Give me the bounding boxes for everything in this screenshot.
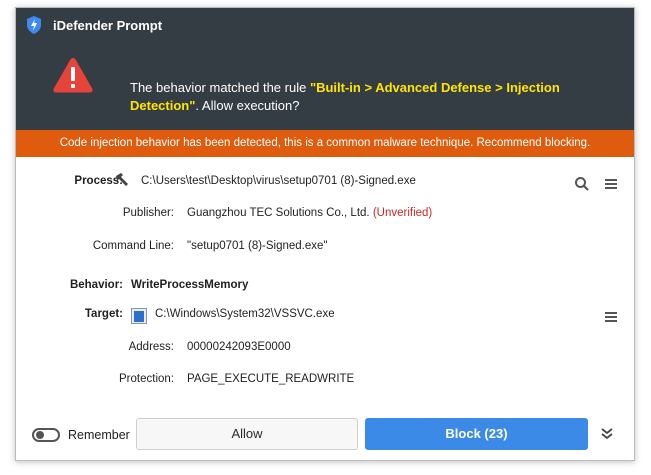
unverified-badge: (Unverified) <box>372 207 433 219</box>
toggle-knob <box>36 431 44 439</box>
process-label: Process: <box>74 175 123 187</box>
message-prefix: The behavior matched the rule <box>130 80 310 95</box>
search-icon[interactable] <box>574 176 590 192</box>
address-label: Address: <box>128 341 174 353</box>
prompt-header: The behavior matched the rule "Built-in … <box>16 42 634 130</box>
behavior-value: WriteProcessMemory <box>131 279 249 291</box>
publisher-value: Guangzhou TEC Solutions Co., Ltd. (Unver… <box>187 207 432 219</box>
target-path: C:\Windows\System32\VSSVC.exe <box>155 308 335 320</box>
exe-file-icon <box>131 308 147 324</box>
protection-label: Protection: <box>119 373 174 385</box>
remember-toggle[interactable] <box>32 428 60 442</box>
allow-button[interactable]: Allow <box>136 418 358 450</box>
protection-value: PAGE_EXECUTE_READWRITE <box>187 373 355 385</box>
target-menu-icon[interactable] <box>603 309 619 325</box>
publisher-name: Guangzhou TEC Solutions Co., Ltd. <box>187 207 370 219</box>
behavior-label: Behavior: <box>69 279 123 291</box>
prompt-message: The behavior matched the rule "Built-in … <box>130 79 600 115</box>
command-line-value: "setup0701 (8)-Signed.exe" <box>187 240 328 252</box>
command-line-label: Command Line: <box>92 240 174 252</box>
publisher-label: Publisher: <box>122 207 174 219</box>
target-label: Target: <box>84 308 123 320</box>
double-chevron-down-icon[interactable] <box>600 427 614 441</box>
title-bar: iDefender Prompt <box>16 8 634 42</box>
remember-label: Remember <box>68 428 130 442</box>
warning-triangle-icon <box>53 58 93 93</box>
process-path: C:\Users\test\Desktop\virus\setup0701 (8… <box>141 175 416 187</box>
alert-bar: Code injection behavior has been detecte… <box>16 130 634 157</box>
process-menu-icon[interactable] <box>603 176 619 192</box>
shield-lightning-icon <box>27 16 41 34</box>
address-value: 00000242093E0000 <box>187 341 291 353</box>
message-suffix: . Allow execution? <box>195 98 300 113</box>
hammer-icon <box>116 173 128 186</box>
idefender-prompt-window: iDefender Prompt The behavior matched th… <box>15 7 635 461</box>
window-title: iDefender Prompt <box>53 18 163 33</box>
block-button[interactable]: Block (23) <box>365 418 588 450</box>
